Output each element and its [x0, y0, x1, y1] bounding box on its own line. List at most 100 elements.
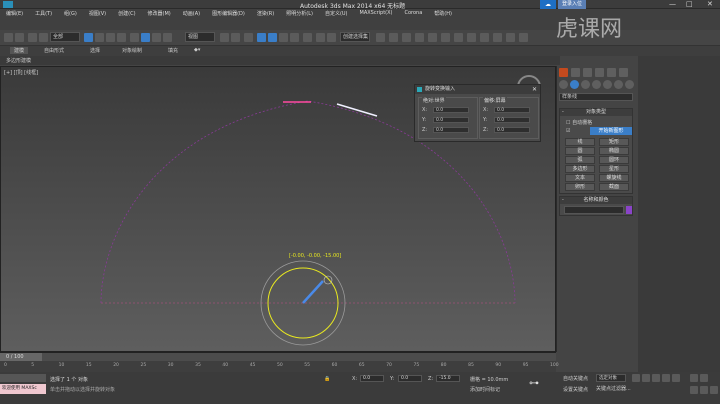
menu-item[interactable]: 帮助(H) [428, 9, 458, 20]
schematic-view-icon[interactable] [428, 33, 437, 42]
snap-toggle-icon[interactable] [257, 33, 266, 42]
name-color-header[interactable]: - 名称和颜色 [560, 197, 632, 204]
menu-item[interactable]: 图形编辑器(D) [206, 9, 251, 20]
polygon-modeling-label[interactable]: 多边形建模 [6, 57, 31, 64]
ngon-button[interactable]: 多边形 [565, 165, 595, 173]
select-object-icon[interactable] [84, 33, 93, 42]
percent-snap-icon[interactable] [279, 33, 288, 42]
tab-modeling[interactable]: 建模 [10, 47, 29, 54]
go-to-start-icon[interactable] [632, 374, 640, 382]
tab-populate[interactable]: 填充 [168, 47, 178, 54]
lights-icon[interactable] [581, 80, 590, 89]
abs-x-field[interactable]: 0.0 [433, 107, 469, 113]
menu-item[interactable]: 编辑(E) [0, 9, 29, 20]
time-slider-thumb[interactable]: 0 / 100 [0, 353, 42, 361]
render-setup-icon[interactable] [454, 33, 463, 42]
abs-y-field[interactable]: 0.0 [433, 117, 469, 123]
activeshade-icon[interactable] [506, 33, 515, 42]
orbit-icon[interactable] [700, 386, 708, 394]
off-z-field[interactable]: 0.0 [494, 127, 530, 133]
abs-z-field[interactable]: 0.0 [433, 127, 469, 133]
object-name-input[interactable] [564, 206, 624, 214]
time-slider[interactable]: 0 / 100 [0, 353, 556, 361]
material-editor-icon[interactable] [441, 33, 450, 42]
shapes-icon[interactable] [570, 80, 579, 89]
key-selection-dropdown[interactable]: 选定对象 [596, 374, 626, 382]
go-to-end-icon[interactable] [672, 374, 680, 382]
play-icon[interactable] [652, 374, 660, 382]
dialog-titlebar[interactable]: 旋转变换输入 ✕ [415, 85, 540, 94]
utilities-tab-icon[interactable] [619, 68, 628, 77]
maximize-viewport-icon[interactable] [710, 386, 718, 394]
circle-button[interactable]: 圆 [565, 147, 595, 155]
render-icon[interactable] [480, 33, 489, 42]
lock-selection-icon[interactable]: 🔒 [324, 376, 330, 382]
line-button[interactable]: 线 [565, 138, 595, 146]
space-warps-icon[interactable] [614, 80, 623, 89]
reference-coord-dropdown[interactable]: 视图 [185, 32, 215, 42]
section-button[interactable]: 截面 [599, 183, 629, 191]
tab-freeform[interactable]: 自由形式 [44, 47, 64, 54]
minimize-button[interactable]: — [669, 0, 676, 8]
selection-filter-dropdown[interactable]: 全部 [50, 32, 80, 42]
mirror-icon[interactable] [316, 33, 325, 42]
menu-item[interactable]: 工具(T) [29, 9, 58, 20]
edit-named-selection-icon[interactable] [303, 33, 312, 42]
layer-manager-icon[interactable] [389, 33, 398, 42]
next-frame-icon[interactable] [662, 374, 670, 382]
key-filters-button[interactable]: 关键点过滤器... [596, 385, 631, 392]
off-y-field[interactable]: 0.0 [494, 117, 530, 123]
menu-item[interactable]: MAXScript(X) [354, 9, 399, 20]
ribbon-options-icon[interactable]: ◆▾ [194, 47, 200, 53]
app-logo-icon[interactable] [3, 1, 13, 8]
move-icon[interactable] [130, 33, 139, 42]
autogrid-checkbox[interactable]: ☐ 自动栅格 [566, 119, 592, 126]
menu-item[interactable]: 视图(V) [83, 9, 112, 20]
text-button[interactable]: 文本 [565, 174, 595, 182]
category-dropdown[interactable]: 样条线 [559, 93, 633, 101]
maxscript-listener-bar[interactable] [0, 374, 46, 382]
angle-snap-icon[interactable] [268, 33, 277, 42]
maxscript-welcome[interactable]: 欢迎使用 MAXSc [0, 384, 46, 394]
select-by-name-icon[interactable] [95, 33, 104, 42]
mirror-tool-icon[interactable] [376, 33, 385, 42]
object-color-swatch[interactable] [626, 206, 632, 214]
start-new-shape-checkbox[interactable]: ☑ [566, 128, 570, 134]
arc-button[interactable]: 弧 [565, 156, 595, 164]
zoom-all-icon[interactable] [700, 374, 708, 382]
off-x-field[interactable]: 0.0 [494, 107, 530, 113]
rect-selection-icon[interactable] [106, 33, 115, 42]
auto-key-button[interactable]: 自动关键点 [563, 375, 588, 382]
pivot-icon[interactable] [220, 33, 229, 42]
hierarchy-tab-icon[interactable] [583, 68, 592, 77]
display-tab-icon[interactable] [607, 68, 616, 77]
pan-icon[interactable] [690, 386, 698, 394]
align-icon[interactable] [327, 33, 336, 42]
curve-editor-icon[interactable] [415, 33, 424, 42]
graphite-toggle-icon[interactable] [402, 33, 411, 42]
object-type-header[interactable]: - 对象类型 [560, 109, 632, 116]
menu-item[interactable]: 自定义(U) [319, 9, 354, 20]
menu-item[interactable]: 动画(A) [177, 9, 206, 20]
cameras-icon[interactable] [592, 80, 601, 89]
cloud-icon[interactable]: ☁ [540, 0, 556, 9]
menu-item[interactable]: 照明分析(L) [280, 9, 319, 20]
start-new-shape-button[interactable]: 开始新图形 [590, 127, 632, 135]
menu-item[interactable]: 修改器(M) [142, 9, 177, 20]
keyboard-shortcut-icon[interactable] [244, 33, 253, 42]
tab-object-paint[interactable]: 对象绘制 [122, 47, 142, 54]
egg-button[interactable]: 卵形 [565, 183, 595, 191]
systems-icon[interactable] [625, 80, 634, 89]
redo-icon[interactable] [15, 33, 24, 42]
close-window-button[interactable]: ✕ [707, 0, 713, 8]
geometry-icon[interactable] [559, 80, 568, 89]
helpers-icon[interactable] [603, 80, 612, 89]
place-icon[interactable] [163, 33, 172, 42]
x-coord-field[interactable]: 0.0 [360, 375, 384, 382]
select-manipulate-icon[interactable] [231, 33, 240, 42]
named-selection-set-dropdown[interactable]: 创建选择集 [340, 32, 370, 42]
menu-item[interactable]: 创建(C) [112, 9, 141, 20]
menu-item[interactable]: Corona [399, 9, 429, 20]
dialog-close-button[interactable]: ✕ [532, 85, 537, 94]
unlink-icon[interactable] [39, 33, 48, 42]
